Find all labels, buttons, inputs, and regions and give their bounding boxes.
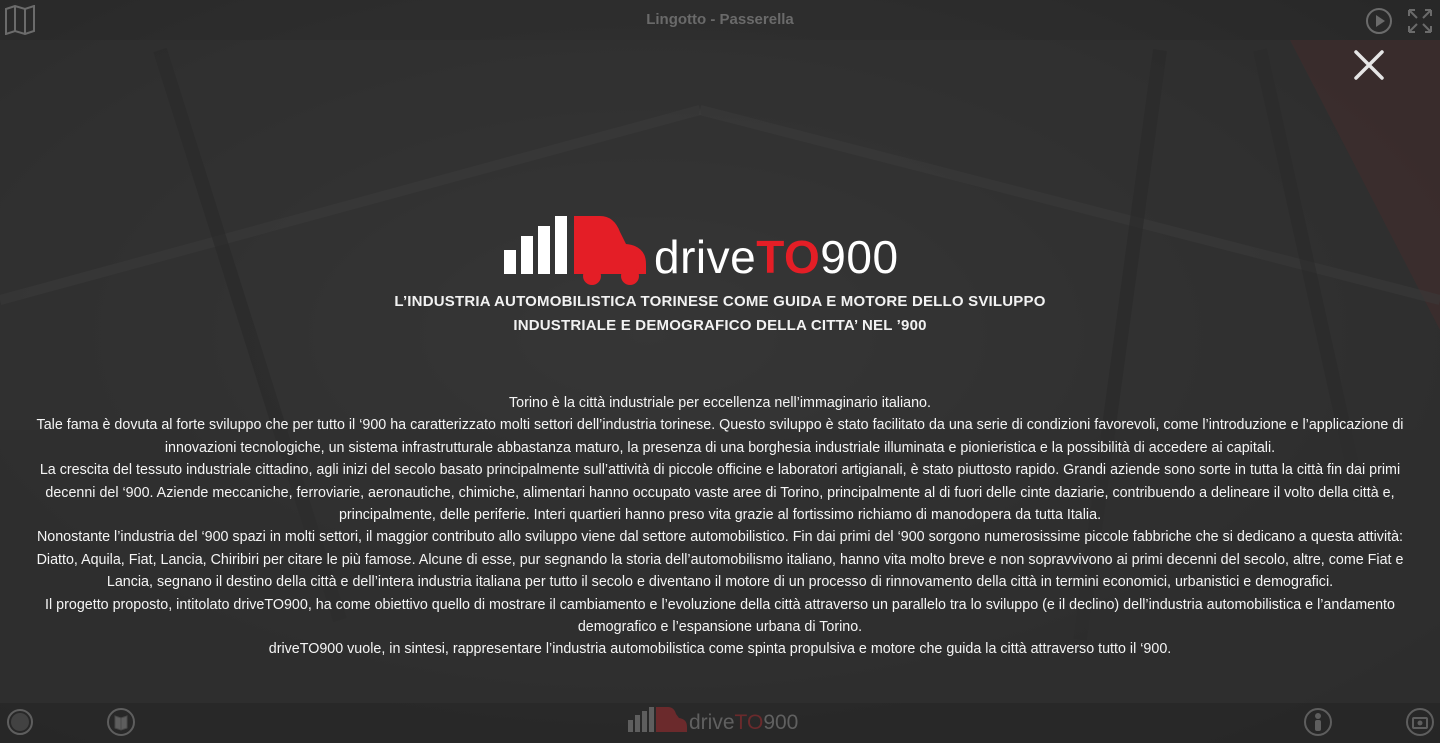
logo-text-prefix: drive — [654, 231, 757, 283]
book-icon[interactable] — [106, 707, 136, 737]
camera-icon[interactable] — [1405, 707, 1435, 737]
play-icon[interactable] — [1364, 6, 1394, 36]
close-icon[interactable] — [1350, 46, 1388, 84]
bottom-logo-wordmark[interactable]: driveTO900 — [689, 711, 798, 735]
logo-text-suffix: 900 — [820, 231, 899, 283]
logo-wordmark: driveTO900 — [654, 228, 899, 286]
modal-body: Torino è la città industriale per eccell… — [30, 392, 1410, 661]
logo-text-highlight: TO — [756, 231, 821, 283]
body-paragraph: driveTO900 vuole, in sintesi, rappresent… — [268, 641, 1172, 658]
top-bar: Lingotto - Passerella — [0, 0, 1440, 40]
panorama-title: Lingotto - Passerella — [646, 11, 794, 28]
bottom-logo-highlight: TO — [734, 711, 764, 734]
modal-heading: L’INDUSTRIA AUTOMOBILISTICA TORINESE COM… — [360, 290, 1080, 338]
bottom-logo-prefix: drive — [689, 711, 735, 734]
heading-line-2: INDUSTRIALE E DEMOGRAFICO DELLA CITTA’ N… — [513, 317, 927, 334]
body-paragraph: Nonostante l’industria del ‘900 spazi in… — [36, 529, 1404, 591]
bottom-logo-icon[interactable] — [626, 706, 688, 736]
body-paragraph: La crescita del tessuto industriale citt… — [39, 462, 1401, 524]
body-paragraph: Tale fama è dovuta al forte sviluppo che… — [36, 417, 1404, 456]
body-paragraph: Il progetto proposto, intitolato driveTO… — [45, 596, 1395, 636]
cc-by-icon[interactable] — [6, 708, 34, 736]
bottom-logo-suffix: 900 — [763, 711, 799, 734]
body-paragraph: Torino è la città industriale per eccell… — [509, 395, 931, 411]
fullscreen-icon[interactable] — [1405, 6, 1435, 36]
heading-line-1: L’INDUSTRIA AUTOMOBILISTICA TORINESE COM… — [394, 293, 1046, 310]
person-icon[interactable] — [1303, 707, 1333, 737]
